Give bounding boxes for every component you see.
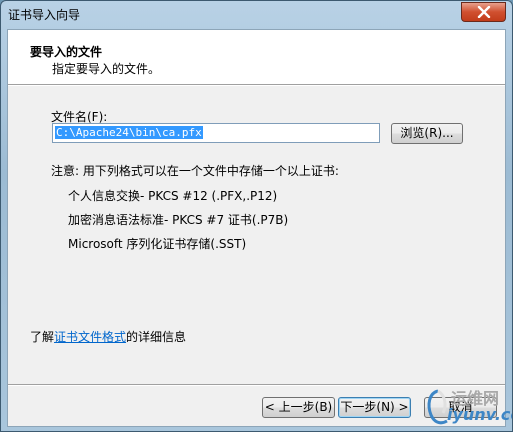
close-button[interactable]: [461, 2, 506, 22]
format-item: Microsoft 序列化证书存储(.SST): [68, 237, 247, 251]
watermark-bottom-text: iyunv.com: [447, 405, 512, 424]
title-bar[interactable]: 证书导入向导: [1, 1, 512, 25]
back-button[interactable]: < 上一步(B): [262, 397, 335, 418]
note-text: 注意: 用下列格式可以在一个文件中存储一个以上证书:: [51, 164, 339, 178]
wizard-header: 要导入的文件 指定要导入的文件。: [8, 30, 505, 84]
page-subtitle: 指定要导入的文件。: [52, 62, 161, 76]
more-info-prefix: 了解: [30, 330, 55, 344]
file-name-value: C:\Apache24\bin\ca.pfx: [55, 126, 203, 139]
watermark: 运维网 iyunv.com: [421, 385, 512, 431]
more-info-text: 了解证书文件格式的详细信息: [30, 328, 186, 345]
cert-format-link[interactable]: 证书文件格式: [54, 330, 126, 344]
wizard-window: 证书导入向导 要导入的文件 指定要导入的文件。 文件名(F): C:\Apach…: [0, 0, 513, 432]
file-name-input[interactable]: C:\Apache24\bin\ca.pfx: [52, 123, 380, 143]
format-item: 个人信息交换- PKCS #12 (.PFX,.P12): [68, 189, 278, 203]
format-item: 加密消息语法标准- PKCS #7 证书(.P7B): [68, 213, 289, 227]
browse-button[interactable]: 浏览(R)...: [391, 123, 463, 144]
header-divider: [8, 84, 505, 86]
more-info-suffix: 的详细信息: [126, 330, 187, 344]
wizard-body: 要导入的文件 指定要导入的文件。 文件名(F): C:\Apache24\bin…: [7, 29, 506, 427]
page-title: 要导入的文件: [30, 45, 103, 59]
window-title: 证书导入向导: [8, 8, 81, 22]
close-icon: [477, 6, 490, 18]
next-button[interactable]: 下一步(N) >: [338, 397, 411, 418]
